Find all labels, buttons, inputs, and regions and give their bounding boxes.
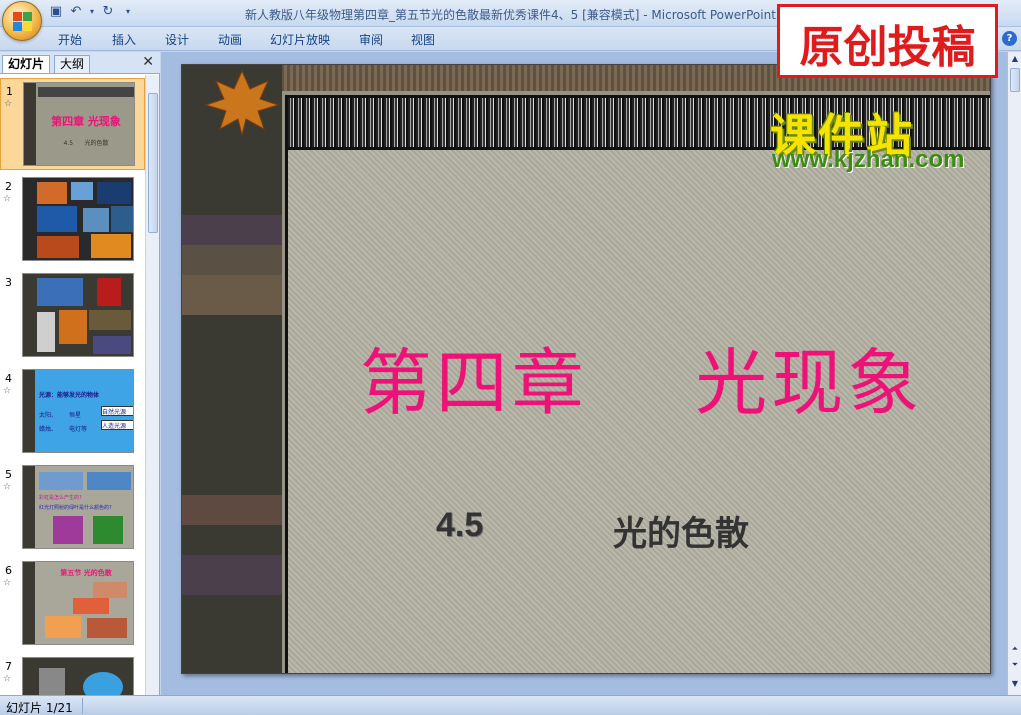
slide-thumbnail-1[interactable]: 1 ☆ 第四章 光现象 4.5 光的色散 xyxy=(0,78,145,170)
thumbnail-number: 3 xyxy=(5,276,12,289)
slide-thumbnail-4[interactable]: 4 ☆ 光源：能够发光的物体 太阳、 恒星 自然光源 蜡烛、 电灯等 人造光源 xyxy=(0,366,145,458)
maple-leaf-icon xyxy=(204,69,280,136)
quick-access-toolbar: ▣ ↶ ▾ ↻ ▾ xyxy=(48,4,136,20)
slide-scrollbar[interactable]: ▲ ⏶ ⏷ ▼ xyxy=(1007,52,1021,695)
thumbnail-list: 1 ☆ 第四章 光现象 4.5 光的色散 2 ☆ 3 4 ☆ 光源：能够发光的物… xyxy=(0,75,145,695)
scroll-thumb[interactable] xyxy=(148,93,158,233)
watermark-stamp-text: 原创投稿 xyxy=(799,22,976,73)
previous-slide-icon[interactable]: ⏶ xyxy=(1008,642,1021,656)
thumbnail-title: 第五节 光的色散 xyxy=(60,569,112,577)
office-button[interactable] xyxy=(2,1,42,41)
animation-star-icon: ☆ xyxy=(3,578,12,588)
tab-outline[interactable]: 大纲 xyxy=(54,55,91,73)
watermark-site-url: www.kjzhan.com xyxy=(772,146,965,173)
tab-view[interactable]: 视图 xyxy=(411,31,435,48)
thumbnail-text: 电灯等 xyxy=(69,426,88,433)
thumbnail-text: 蜡烛、 xyxy=(39,426,58,433)
thumbnail-subtitle: 4.5 光的色散 xyxy=(63,140,109,147)
animation-star-icon: ☆ xyxy=(3,194,12,204)
watermark-stamp: 原创投稿 xyxy=(777,4,998,78)
animation-star-icon: ☆ xyxy=(3,482,12,492)
slides-pane: 幻灯片 大纲 ✕ 1 ☆ 第四章 光现象 4.5 光的色散 2 ☆ 3 4 ☆ … xyxy=(0,52,160,695)
status-bar: 幻灯片 1/21 xyxy=(0,695,1021,715)
thumbnail-number: 2 xyxy=(5,180,12,193)
slide-counter: 幻灯片 1/21 xyxy=(6,701,73,715)
undo-dropdown-icon[interactable]: ▾ xyxy=(88,4,96,20)
thumbnail-image: 彩虹是怎么产生的? 红光灯照射的绿叶是什么颜色的? xyxy=(22,465,134,549)
thumbnail-text: 自然光源 xyxy=(101,406,133,416)
thumbnail-image: 第五节 光的色散 xyxy=(22,561,134,645)
help-icon[interactable]: ? xyxy=(1002,31,1017,46)
tab-design[interactable]: 设计 xyxy=(165,31,189,48)
thumbnail-text: 彩虹是怎么产生的? xyxy=(39,495,82,501)
customize-toolbar-icon[interactable]: ▾ xyxy=(120,4,136,20)
undo-icon[interactable]: ↶ xyxy=(68,4,84,20)
tab-insert[interactable]: 插入 xyxy=(112,31,136,48)
status-divider xyxy=(82,698,83,714)
animation-star-icon: ☆ xyxy=(4,99,13,109)
thumbnail-text: 太阳、 xyxy=(39,412,58,419)
slide-thumbnail-2[interactable]: 2 ☆ xyxy=(0,174,145,266)
thumbnail-image: 光源：能够发光的物体 太阳、 恒星 自然光源 蜡烛、 电灯等 人造光源 xyxy=(22,369,134,453)
thumbnail-text: 人造光源 xyxy=(101,420,133,430)
slide-thumbnail-3[interactable]: 3 xyxy=(0,270,145,362)
thumbnail-number: 6 xyxy=(5,564,12,577)
tab-slide-show[interactable]: 幻灯片放映 xyxy=(270,31,330,48)
thumbnail-image: 第四章 光现象 4.5 光的色散 xyxy=(23,82,135,166)
slide-thumbnail-5[interactable]: 5 ☆ 彩虹是怎么产生的? 红光灯照射的绿叶是什么颜色的? xyxy=(0,462,145,554)
close-icon[interactable]: ✕ xyxy=(142,54,154,70)
thumbnail-scrollbar[interactable] xyxy=(145,75,159,695)
slide-thumbnail-7[interactable]: 7 ☆ xyxy=(0,654,145,695)
animation-star-icon: ☆ xyxy=(3,674,12,684)
scroll-down-icon[interactable]: ▼ xyxy=(1008,677,1021,691)
tab-animations[interactable]: 动画 xyxy=(218,31,242,48)
tab-slides[interactable]: 幻灯片 xyxy=(2,55,51,73)
thumbnail-title: 第四章 光现象 xyxy=(51,115,121,128)
thumbnail-number: 7 xyxy=(5,660,12,673)
thumbnail-image xyxy=(22,657,134,695)
slide-subtitle-text[interactable]: 光的色散 xyxy=(613,506,749,555)
office-logo-icon xyxy=(13,12,33,32)
scroll-up-icon[interactable]: ▲ xyxy=(1008,52,1021,66)
thumbnail-text: 红光灯照射的绿叶是什么颜色的? xyxy=(39,505,112,511)
save-icon[interactable]: ▣ xyxy=(48,4,64,20)
next-slide-icon[interactable]: ⏷ xyxy=(1008,658,1021,672)
redo-icon[interactable]: ↻ xyxy=(100,4,116,20)
thumbnail-number: 4 xyxy=(5,372,12,385)
thumbnail-text: 恒星 xyxy=(69,412,82,419)
slide-subtitle-number[interactable]: 4.5 xyxy=(436,506,483,545)
scroll-thumb[interactable] xyxy=(1010,68,1020,92)
thumbnail-number: 5 xyxy=(5,468,12,481)
slide-content-panel: 第四章 光现象 4.5 光的色散 xyxy=(285,95,990,673)
slide-title[interactable]: 第四章 光现象 xyxy=(288,324,990,429)
animation-star-icon: ☆ xyxy=(3,386,12,396)
thumbnail-text: 光源：能够发光的物体 xyxy=(39,392,100,399)
thumbnail-number: 1 xyxy=(6,85,13,98)
slide-thumbnail-6[interactable]: 6 ☆ 第五节 光的色散 xyxy=(0,558,145,650)
window-title: 新人教版八年级物理第四章_第五节光的色散最新优秀课件4、5 [兼容模式] - M… xyxy=(245,8,776,22)
slide-left-bar xyxy=(182,65,282,673)
thumbnail-image xyxy=(22,273,134,357)
pane-tabs: 幻灯片 大纲 ✕ xyxy=(0,52,160,74)
tab-review[interactable]: 审阅 xyxy=(359,31,383,48)
thumbnail-image xyxy=(22,177,134,261)
tab-home[interactable]: 开始 xyxy=(58,31,82,48)
